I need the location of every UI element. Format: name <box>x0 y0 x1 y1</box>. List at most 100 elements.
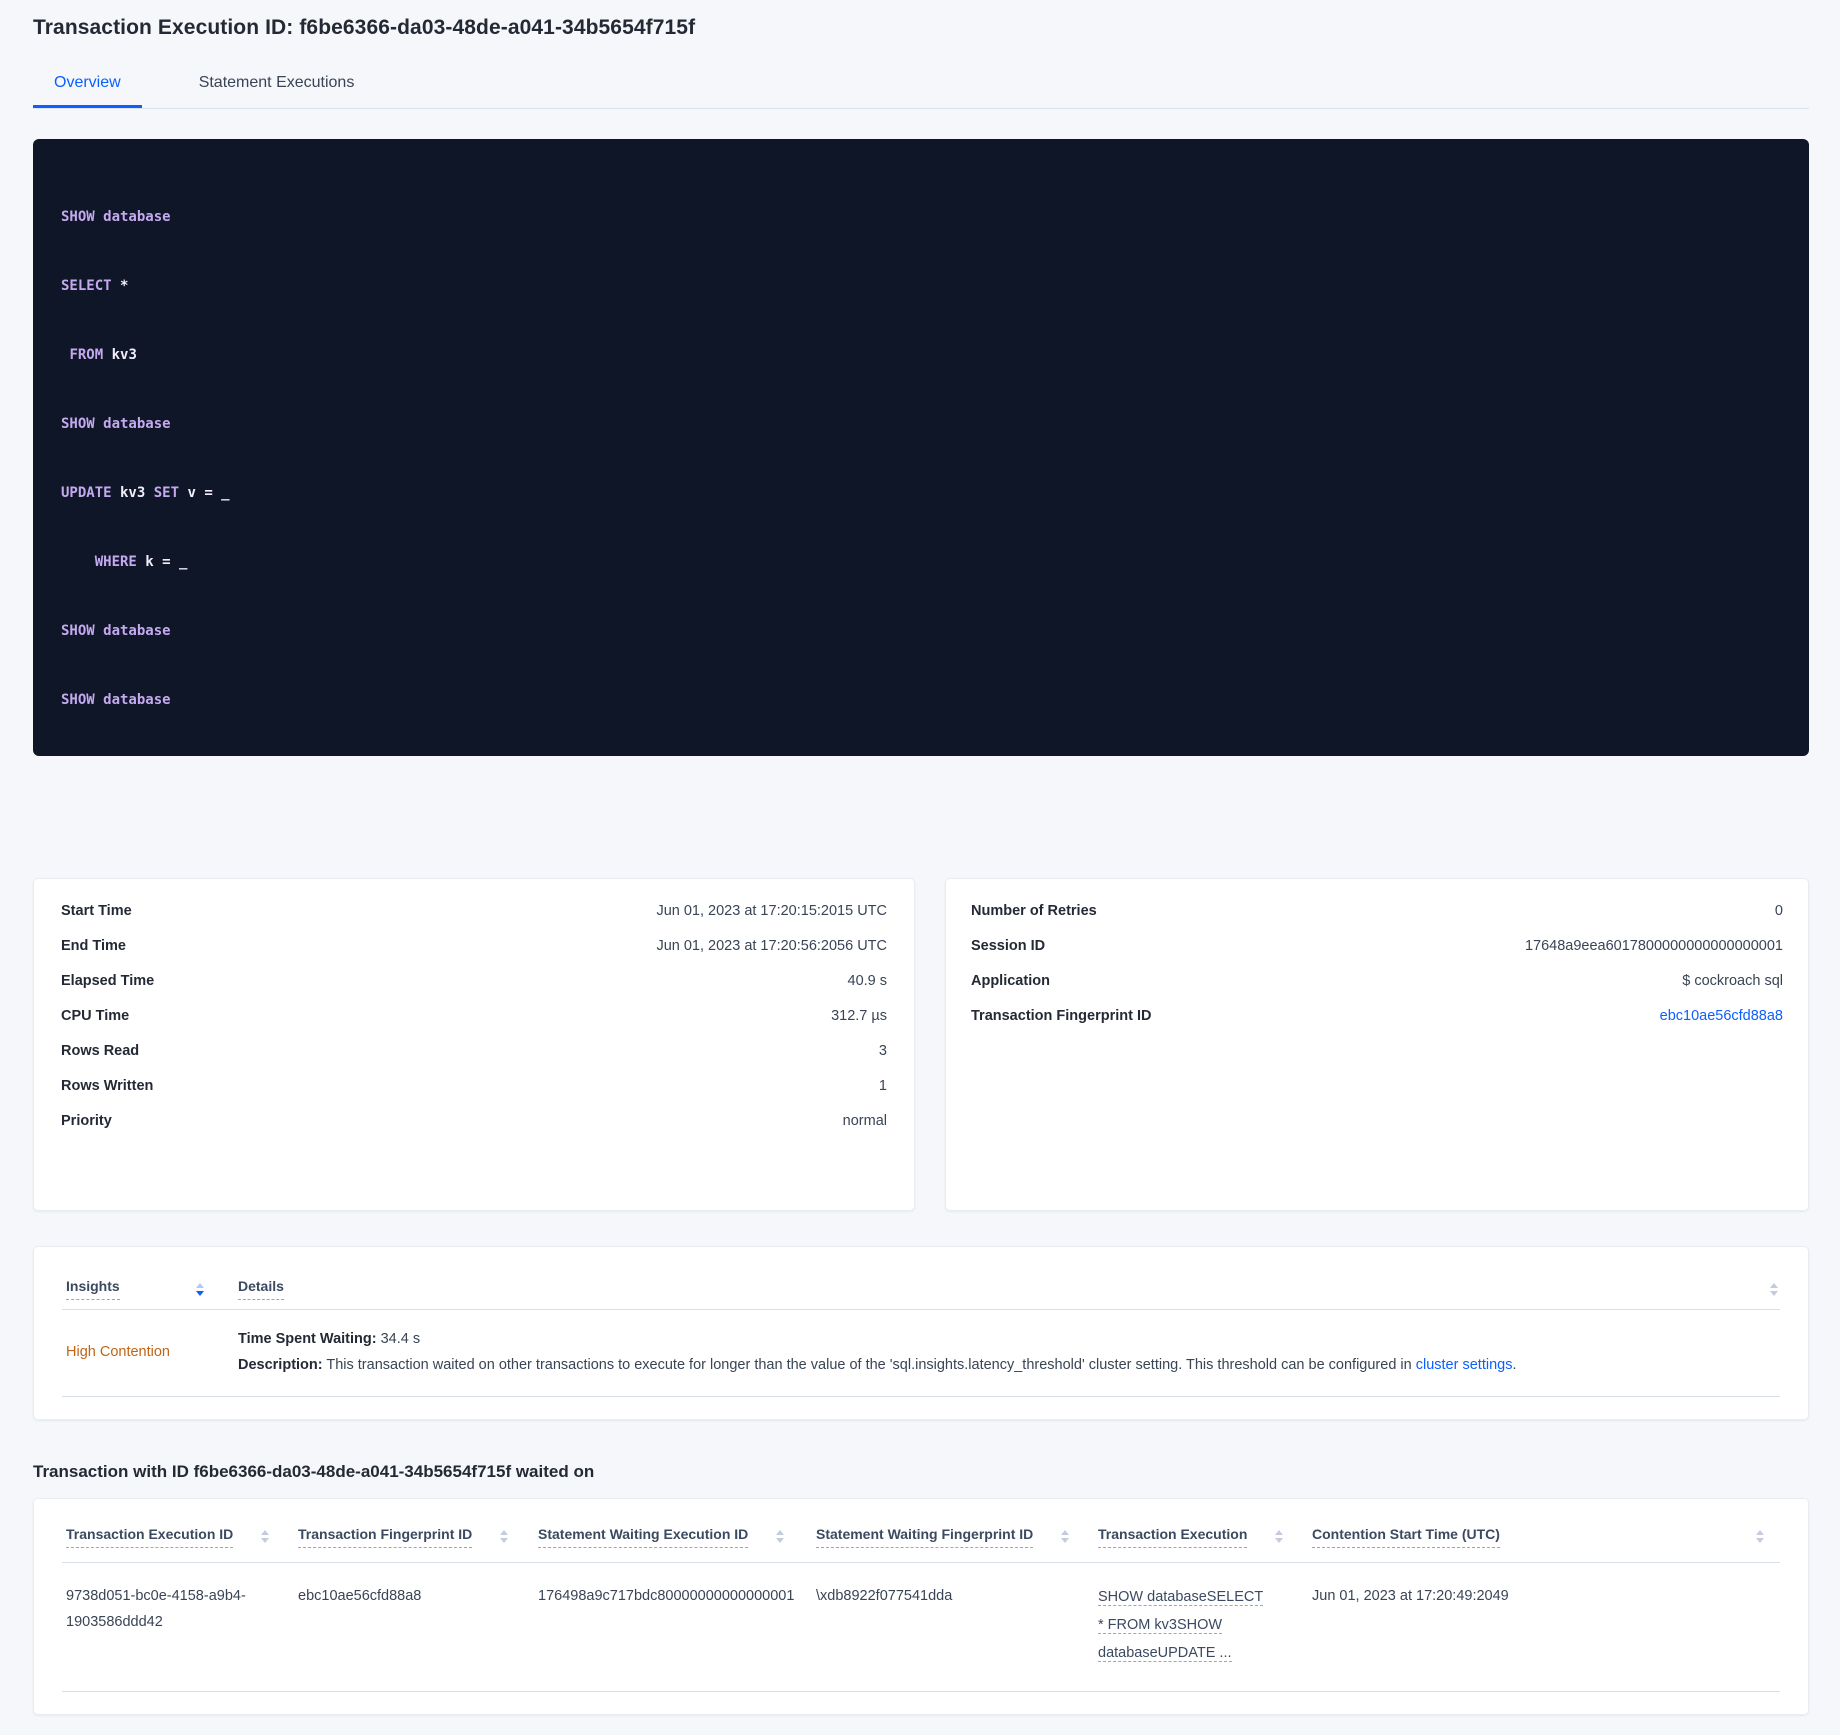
kv-value: 1 <box>878 1078 887 1094</box>
sql-line: WHERE k = _ <box>61 551 1781 574</box>
kv-label: Rows Read <box>61 1043 140 1059</box>
sql-line: SHOW database <box>61 620 1781 643</box>
kv-row-transaction-fingerprint-id: Transaction Fingerprint ID ebc10ae56cfd8… <box>971 1008 1783 1043</box>
waited-on-table-card: Transaction Execution ID Transaction Fin… <box>33 1498 1809 1715</box>
kv-row-end-time: End Time Jun 01, 2023 at 17:20:56:2056 U… <box>61 938 887 973</box>
kv-row-elapsed-time: Elapsed Time 40.9 s <box>61 973 887 1008</box>
insights-table-card: Insights Details High Contention Time Sp… <box>33 1246 1809 1420</box>
transaction-execution-link[interactable]: SHOW databaseSELECT * FROM kv3SHOW datab… <box>1098 1589 1264 1662</box>
timing-summary-card: Start Time Jun 01, 2023 at 17:20:15:2015… <box>33 878 915 1211</box>
column-header-statement-waiting-execution-id: Statement Waiting Execution ID <box>538 1526 816 1548</box>
sort-down-arrow-icon <box>261 1538 270 1543</box>
kv-label: Priority <box>61 1113 112 1129</box>
sql-token: v = _ <box>179 485 230 501</box>
insight-row: High Contention Time Spent Waiting: 34.4… <box>34 1310 1808 1396</box>
sort-down-arrow-icon <box>1275 1538 1284 1543</box>
kv-row-start-time: Start Time Jun 01, 2023 at 17:20:15:2015… <box>61 903 887 938</box>
insights-column-header: Insights <box>66 1278 238 1300</box>
cell-transaction-execution-id: 9738d051-bc0e-4158-a9b4-1903586ddd42 <box>66 1588 246 1630</box>
sql-token: SHOW database <box>61 416 171 432</box>
sort-down-arrow-icon <box>1756 1538 1764 1543</box>
kv-label: Rows Written <box>61 1078 154 1094</box>
sort-icon[interactable] <box>261 1530 270 1543</box>
insight-details-cell: Time Spent Waiting: 34.4 s Description: … <box>238 1326 1778 1378</box>
sort-icon[interactable] <box>1061 1530 1070 1543</box>
kv-label: Transaction Fingerprint ID <box>971 1008 1152 1024</box>
sort-icon[interactable] <box>776 1530 785 1543</box>
insights-table-header: Insights Details <box>34 1247 1808 1309</box>
sort-icon[interactable] <box>1275 1530 1284 1543</box>
column-header-transaction-fingerprint-id: Transaction Fingerprint ID <box>298 1526 538 1548</box>
cell-statement-waiting-execution-id: 176498a9c717bdc80000000000000001 <box>538 1588 795 1604</box>
column-label[interactable]: Contention Start Time (UTC) <box>1312 1526 1500 1548</box>
column-label[interactable]: Transaction Fingerprint ID <box>298 1526 473 1548</box>
page-title: Transaction Execution ID: f6be6366-da03-… <box>33 16 696 39</box>
cell-transaction-fingerprint-id: ebc10ae56cfd88a8 <box>298 1588 422 1604</box>
sql-token: kv3 <box>111 485 154 501</box>
kv-row-rows-read: Rows Read 3 <box>61 1043 887 1078</box>
description-text: This transaction waited on other transac… <box>322 1357 1416 1373</box>
column-header-statement-waiting-fingerprint-id: Statement Waiting Fingerprint ID <box>816 1526 1098 1548</box>
waited-on-section-title: Transaction with ID f6be6366-da03-48de-a… <box>33 1462 595 1481</box>
sort-icon[interactable] <box>1756 1530 1764 1543</box>
sql-line: SHOW database <box>61 689 1781 712</box>
column-label[interactable]: Transaction Execution <box>1098 1526 1248 1548</box>
tab-overview[interactable]: Overview <box>33 64 142 108</box>
sort-icon[interactable] <box>196 1282 204 1296</box>
column-header-contention-start-time: Contention Start Time (UTC) <box>1312 1526 1784 1548</box>
kv-label: Elapsed Time <box>61 973 155 989</box>
sql-token: SHOW database <box>61 209 171 225</box>
sql-line: SELECT * <box>61 275 1781 298</box>
kv-label: End Time <box>61 938 126 954</box>
kv-value: 3 <box>878 1043 887 1059</box>
kv-value: normal <box>842 1113 887 1129</box>
sort-down-arrow-icon <box>1061 1538 1070 1543</box>
kv-label: Start Time <box>61 903 132 919</box>
sql-line: SHOW database <box>61 413 1781 436</box>
summary-cards-row: Start Time Jun 01, 2023 at 17:20:15:2015… <box>33 878 1809 1211</box>
column-label[interactable]: Transaction Execution ID <box>66 1526 234 1548</box>
sort-up-arrow-icon <box>1061 1530 1070 1535</box>
kv-row-application: Application $ cockroach sql <box>971 973 1783 1008</box>
time-spent-waiting-line: Time Spent Waiting: 34.4 s <box>238 1326 1778 1352</box>
kv-label: CPU Time <box>61 1008 130 1024</box>
transaction-fingerprint-link[interactable]: ebc10ae56cfd88a8 <box>1660 1008 1783 1024</box>
sql-line: UPDATE kv3 SET v = _ <box>61 482 1781 505</box>
column-header-transaction-execution-id: Transaction Execution ID <box>66 1526 298 1548</box>
kv-label: Session ID <box>971 938 1046 954</box>
kv-row-cpu-time: CPU Time 312.7 µs <box>61 1008 887 1043</box>
sql-line: FROM kv3 <box>61 344 1781 367</box>
sql-token: FROM <box>69 347 104 363</box>
kv-value: 0 <box>1774 903 1783 919</box>
transaction-execution-link-wrap: SHOW databaseSELECT * FROM kv3SHOW datab… <box>1098 1583 1266 1667</box>
tab-statement-executions[interactable]: Statement Executions <box>178 64 376 108</box>
table-divider <box>62 1396 1780 1397</box>
sql-token: SHOW database <box>61 692 171 708</box>
sort-down-arrow-icon <box>776 1538 785 1543</box>
sort-up-arrow-icon <box>1275 1530 1284 1535</box>
sql-token: k = _ <box>136 554 188 570</box>
details-column-label[interactable]: Details <box>238 1278 284 1300</box>
sort-icon[interactable] <box>1770 1282 1778 1296</box>
sql-statement-box: SHOW database SELECT * FROM kv3 SHOW dat… <box>33 139 1809 756</box>
column-label[interactable]: Statement Waiting Execution ID <box>538 1526 749 1548</box>
cluster-settings-link[interactable]: cluster settings <box>1416 1357 1513 1373</box>
details-column-header: Details <box>238 1278 1778 1300</box>
sort-up-arrow-icon <box>196 1282 204 1288</box>
insights-column-label[interactable]: Insights <box>66 1278 120 1300</box>
cell-statement-waiting-fingerprint-id: \xdb8922f077541dda <box>816 1588 953 1604</box>
kv-row-session-id: Session ID 17648a9eea6017800000000000000… <box>971 938 1783 973</box>
sql-token: WHERE <box>94 554 137 570</box>
sort-down-arrow-icon <box>196 1290 204 1296</box>
sort-icon[interactable] <box>500 1530 509 1543</box>
sort-down-arrow-icon <box>1770 1290 1778 1296</box>
description-label: Description: <box>238 1357 323 1373</box>
kv-value: Jun 01, 2023 at 17:20:56:2056 UTC <box>656 938 887 954</box>
column-label[interactable]: Statement Waiting Fingerprint ID <box>816 1526 1034 1548</box>
sort-up-arrow-icon <box>500 1530 509 1535</box>
kv-value: Jun 01, 2023 at 17:20:15:2015 UTC <box>656 903 887 919</box>
high-contention-badge: High Contention <box>66 1344 170 1360</box>
kv-row-rows-written: Rows Written 1 <box>61 1078 887 1113</box>
sql-token: SHOW database <box>61 623 171 639</box>
